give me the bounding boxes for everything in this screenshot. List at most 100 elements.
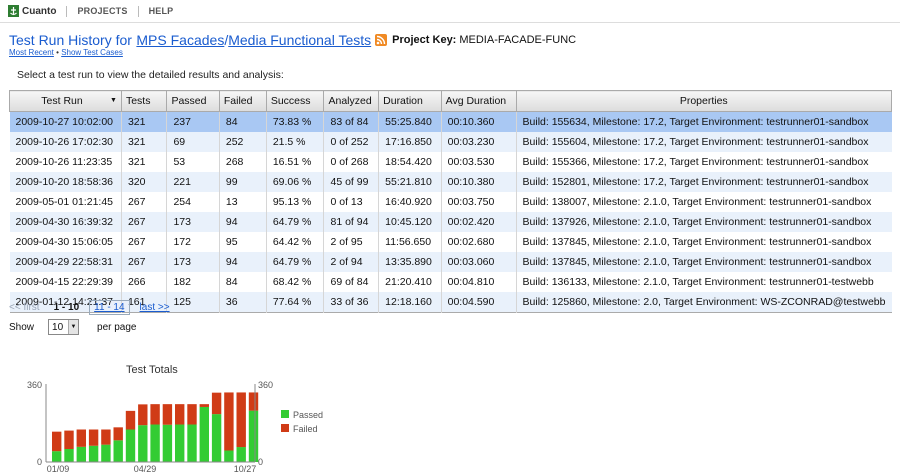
cell-test-run: 2009-10-26 17:02:30 xyxy=(9,132,122,152)
cell-duration: 11:56.650 xyxy=(378,232,442,252)
cell-tests: 267 xyxy=(120,232,167,252)
table-row[interactable]: 2009-04-30 15:06:05 267 172 95 64.42 % 2 of 9… xyxy=(9,232,892,252)
legend-label-failed: Failed xyxy=(293,424,318,434)
bar-failed xyxy=(64,430,74,449)
cell-tests: 321 xyxy=(120,132,167,152)
cell-failed: 94 xyxy=(218,212,267,232)
nav-projects-link[interactable]: PROJECTS xyxy=(77,6,127,16)
bar-failed xyxy=(52,431,62,452)
table-row[interactable]: 2009-04-30 16:39:32 267 173 94 64.79 % 81 of … xyxy=(9,212,892,232)
bar-passed xyxy=(236,447,246,462)
cell-passed: 173 xyxy=(166,212,220,232)
rss-feed-icon[interactable] xyxy=(375,34,388,46)
x-tick-label: 01/09 xyxy=(47,464,70,474)
cell-test-run: 2009-10-27 10:02:00 xyxy=(9,111,122,132)
brand-name: Cuanto xyxy=(22,5,57,17)
bar-failed xyxy=(101,429,111,445)
bar-passed xyxy=(88,445,99,462)
column-header-properties[interactable]: Properties xyxy=(515,90,893,112)
bar-passed xyxy=(187,424,197,462)
project-group-link[interactable]: MPS Facades xyxy=(136,32,224,48)
bar-passed xyxy=(101,444,111,462)
brand-logo[interactable]: Cuanto xyxy=(8,5,56,17)
cell-properties: Build: 137926, Milestone: 2.1.0, Target … xyxy=(515,212,892,232)
table-row[interactable]: 2009-10-26 17:02:30 321 69 252 21.5 % 0 of 25… xyxy=(9,132,892,152)
cell-properties: Build: 138007, Milestone: 2.1.0, Target … xyxy=(515,192,892,212)
y-tick-label-right-min: 0 xyxy=(258,457,263,467)
cell-failed: 84 xyxy=(218,272,267,292)
cell-passed: 254 xyxy=(166,192,220,212)
column-header-analyzed[interactable]: Analyzed xyxy=(323,90,380,112)
cell-success: 64.79 % xyxy=(265,252,324,272)
bar-failed xyxy=(199,404,209,407)
cell-analyzed: 81 of 94 xyxy=(323,212,379,232)
show-label: Show xyxy=(9,321,35,333)
last-page-link[interactable]: last >> xyxy=(140,302,170,313)
cell-success: 64.42 % xyxy=(265,232,324,252)
test-run-table: Test Run ▼ Tests Passed Failed Success An… xyxy=(9,90,893,313)
bar-failed xyxy=(113,427,123,441)
cell-test-run: 2009-05-01 01:21:45 xyxy=(9,192,122,212)
page-size-control: Show 10 ▼ per page xyxy=(9,319,137,335)
bar-failed xyxy=(236,392,246,448)
pagination: << first 1 - 10 11 - 14 last >> xyxy=(9,300,170,315)
bar-failed xyxy=(224,392,234,451)
bar-failed xyxy=(187,404,197,425)
cell-analyzed: 45 of 99 xyxy=(323,172,379,192)
table-row[interactable]: 2009-10-20 18:58:36 320 221 99 69.06 % 45 of … xyxy=(9,172,892,192)
column-header-failed[interactable]: Failed xyxy=(218,90,267,112)
bar-failed xyxy=(125,410,136,430)
table-row[interactable]: 2009-04-15 22:29:39 266 182 84 68.42 % 69 of … xyxy=(9,272,892,292)
show-test-cases-link[interactable]: Show Test Cases xyxy=(61,48,123,57)
cell-test-run: 2009-10-20 18:58:36 xyxy=(9,172,122,192)
bar-passed xyxy=(52,451,62,462)
test-totals-chart: 360 0 360 0 01/09 04/29 10/27 Passed Fai… xyxy=(27,380,323,474)
table-row[interactable]: 2009-05-01 01:21:45 267 254 13 95.13 % 0 of 1… xyxy=(9,192,892,212)
cell-analyzed: 83 of 84 xyxy=(323,111,379,132)
cell-failed: 268 xyxy=(218,152,267,172)
column-header-success[interactable]: Success xyxy=(265,90,325,112)
most-recent-link[interactable]: Most Recent xyxy=(9,48,54,57)
project-name-link[interactable]: Media Functional Tests xyxy=(228,32,371,48)
header-divider xyxy=(0,22,900,23)
cell-success: 64.79 % xyxy=(265,212,324,232)
cell-avg-duration: 00:03.230 xyxy=(440,132,517,152)
cell-analyzed: 2 of 94 xyxy=(323,252,379,272)
bar-passed xyxy=(64,449,74,462)
cell-analyzed: 2 of 95 xyxy=(323,232,379,252)
cell-failed: 99 xyxy=(218,172,267,192)
cell-success: 69.06 % xyxy=(265,172,324,192)
cell-duration: 55:25.840 xyxy=(378,111,442,132)
test-run-rows: 2009-10-27 10:02:00 321 237 84 73.83 % 83 of … xyxy=(9,111,892,313)
cell-test-run: 2009-04-29 22:58:31 xyxy=(9,252,122,272)
cell-duration: 18:54.420 xyxy=(378,152,442,172)
page-size-select[interactable]: 10 ▼ xyxy=(48,319,80,335)
bar-passed xyxy=(113,440,123,462)
cell-avg-duration: 00:10.360 xyxy=(440,111,517,132)
column-header-avg-duration[interactable]: Avg Duration xyxy=(440,90,517,112)
cell-success: 77.64 % xyxy=(265,292,324,313)
x-tick-label: 10/27 xyxy=(234,464,257,474)
project-key-value: MEDIA-FACADE-FUNC xyxy=(459,34,577,46)
table-row[interactable]: 2009-10-26 11:23:35 321 53 268 16.51 % 0 of 2… xyxy=(9,152,892,172)
cell-passed: 69 xyxy=(166,132,220,152)
first-page-link: << first xyxy=(9,302,40,313)
cell-duration: 13:35.890 xyxy=(378,252,442,272)
table-row[interactable]: 2009-04-29 22:58:31 267 173 94 64.79 % 2 of 9… xyxy=(9,252,892,272)
nav-help-link[interactable]: HELP xyxy=(149,6,174,16)
column-header-duration[interactable]: Duration xyxy=(378,90,442,112)
column-header-test-run[interactable]: Test Run ▼ xyxy=(9,90,122,112)
cell-success: 95.13 % xyxy=(265,192,324,212)
column-header-passed[interactable]: Passed xyxy=(166,90,220,112)
chevron-down-icon: ▼ xyxy=(68,320,79,334)
cell-analyzed: 33 of 36 xyxy=(323,292,379,313)
next-page-link[interactable]: 11 - 14 xyxy=(89,300,130,315)
cell-tests: 267 xyxy=(120,212,167,232)
cell-test-run: 2009-04-15 22:29:39 xyxy=(9,272,122,292)
instruction-text: Select a test run to view the detailed r… xyxy=(17,69,284,81)
table-row[interactable]: 2009-10-27 10:02:00 321 237 84 73.83 % 83 of … xyxy=(9,111,892,132)
cell-failed: 94 xyxy=(218,252,267,272)
nav-divider xyxy=(137,5,139,17)
cell-properties: Build: 155634, Milestone: 17.2, Target E… xyxy=(515,111,892,132)
column-header-tests[interactable]: Tests xyxy=(120,90,168,112)
